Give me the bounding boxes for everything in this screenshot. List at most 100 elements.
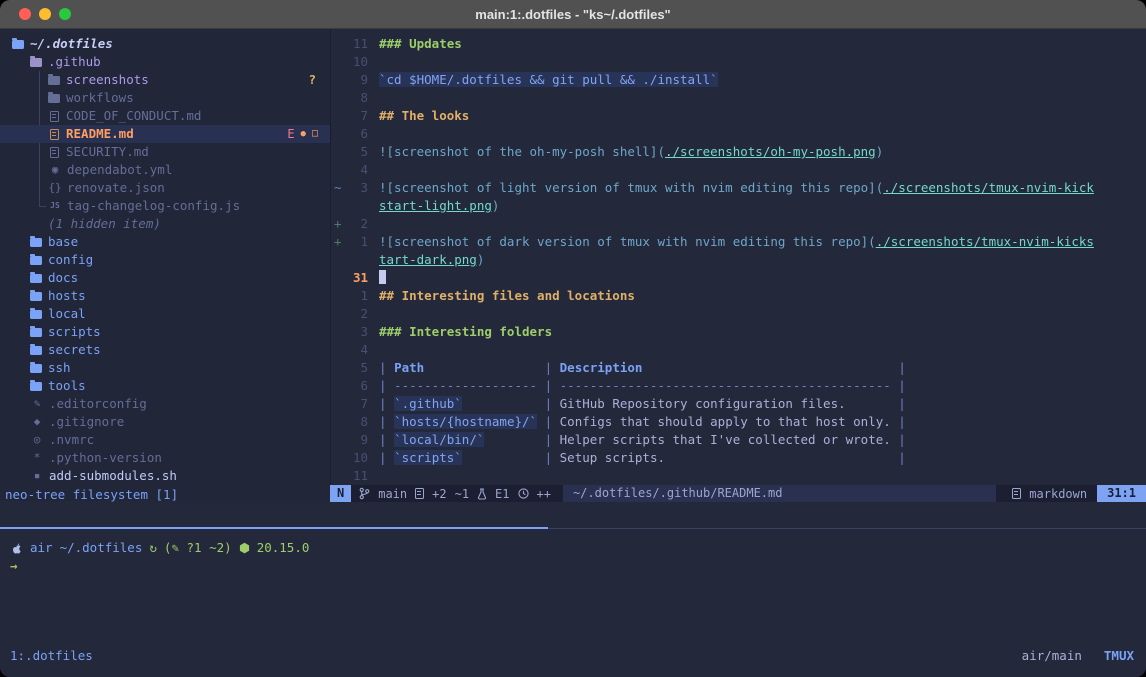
sidebar-item-label: base	[48, 233, 78, 251]
diff-changed: ~1	[455, 485, 469, 503]
table-pipe: |	[537, 360, 560, 375]
table-header-line[interactable]: 5 | Path | Description |	[330, 359, 1146, 377]
editor-line[interactable]: 9 `cd $HOME/.dotfiles && git pull && ./i…	[330, 71, 1146, 89]
sidebar-item-root[interactable]: ~/.dotfiles	[0, 35, 330, 53]
statusline-extra: ++	[537, 485, 551, 503]
sidebar-item-code-of-conduct[interactable]: CODE_OF_CONDUCT.md	[0, 107, 330, 125]
node-icon	[239, 542, 250, 554]
sidebar-item-hosts[interactable]: hosts	[0, 287, 330, 305]
sidebar-item-local[interactable]: local	[0, 305, 330, 323]
sidebar-item-docs[interactable]: docs	[0, 269, 330, 287]
table-separator-line[interactable]: 6 | ------------------- | --------------…	[330, 377, 1146, 395]
table-pad	[665, 450, 891, 465]
sidebar-item-editorconfig[interactable]: ✎ .editorconfig	[0, 395, 330, 413]
link-url[interactable]: ./screenshots/tmux-nvim-kicks	[876, 234, 1094, 249]
folder-icon	[48, 94, 60, 103]
git-change-sign: ~	[330, 179, 344, 197]
table-pad	[846, 396, 891, 411]
sidebar-item-gitignore[interactable]: ◆ .gitignore	[0, 413, 330, 431]
editor-line[interactable]: 1 ## Interesting files and locations	[330, 287, 1146, 305]
folder-icon	[30, 292, 42, 301]
editor-line[interactable]: +2	[330, 215, 1146, 233]
git-modified-count: ~2	[209, 540, 224, 555]
table-pipe: |	[891, 360, 906, 375]
sidebar-item-security[interactable]: SECURITY.md	[0, 143, 330, 161]
editor-line[interactable]: 2	[330, 305, 1146, 323]
tmux-window-item[interactable]: 1:.dotfiles	[10, 647, 93, 665]
editor-cursor-line[interactable]: 31	[330, 269, 1146, 287]
sidebar-item-workflows[interactable]: workflows	[0, 89, 330, 107]
sidebar-item-dependabot[interactable]: ◉ dependabot.yml	[0, 161, 330, 179]
line-number: 7	[344, 107, 368, 125]
sidebar-item-nvmrc[interactable]: ◎ .nvmrc	[0, 431, 330, 449]
git-sign	[330, 197, 344, 215]
link-url[interactable]: ./screenshots/tmux-nvim-kick	[883, 180, 1094, 195]
sidebar-item-screenshots[interactable]: screenshots ?	[0, 71, 330, 89]
link-url[interactable]: ./screenshots/oh-my-posh.png	[665, 144, 876, 159]
table-row-line[interactable]: 8 | `hosts/{hostname}/` | Configs that s…	[330, 413, 1146, 431]
link-url[interactable]: tart-dark.png	[379, 252, 477, 267]
editor-line[interactable]: 7 ## The looks	[330, 107, 1146, 125]
unstaged-flag-icon: □	[312, 125, 318, 143]
close-button[interactable]	[19, 8, 31, 20]
sidebar-item-secrets[interactable]: secrets	[0, 341, 330, 359]
sidebar-item-label: workflows	[66, 89, 134, 107]
link-url[interactable]: start-light.png	[379, 198, 492, 213]
sidebar-item-add-submodules[interactable]: ▪ add-submodules.sh	[0, 467, 330, 485]
sidebar-item-label: .editorconfig	[49, 395, 147, 413]
editor-line-wrap[interactable]: tart-dark.png)	[330, 251, 1146, 269]
git-branch-name: main	[378, 485, 407, 503]
shell-input-line[interactable]: →	[10, 557, 1146, 575]
editor-line[interactable]: 11 ### Updates	[330, 35, 1146, 53]
sidebar-item-ssh[interactable]: ssh	[0, 359, 330, 377]
sidebar-item-label: CODE_OF_CONDUCT.md	[66, 107, 201, 125]
sidebar-item-github[interactable]: .github	[0, 53, 330, 71]
markdown-file-icon	[50, 147, 59, 158]
diff-file-icon	[415, 488, 424, 499]
sidebar-item-tools[interactable]: tools	[0, 377, 330, 395]
sidebar-item-python-version[interactable]: * .python-version	[0, 449, 330, 467]
table-pipe: |	[891, 450, 906, 465]
link-label: ![screenshot of light version of tmux wi…	[379, 180, 883, 195]
editor-line[interactable]: 5 ![screenshot of the oh-my-posh shell](…	[330, 143, 1146, 161]
git-untracked-badge: ?	[308, 71, 316, 89]
table-pipe: |	[379, 432, 394, 447]
sidebar-item-tag-changelog[interactable]: JS tag-changelog-config.js	[0, 197, 330, 215]
editor-line[interactable]: ~3 ![screenshot of light version of tmux…	[330, 179, 1146, 197]
git-sign	[330, 341, 344, 359]
pane-divider-active[interactable]	[0, 527, 548, 529]
editor-line[interactable]: +1 ![screenshot of dark version of tmux …	[330, 233, 1146, 251]
sidebar-item-readme[interactable]: README.md E ● □	[0, 125, 330, 143]
sidebar-item-config[interactable]: config	[0, 251, 330, 269]
git-sign	[330, 269, 344, 287]
line-number: 10	[344, 449, 368, 467]
zoom-button[interactable]	[59, 8, 71, 20]
sidebar-item-base[interactable]: base	[0, 233, 330, 251]
git-sign	[330, 53, 344, 71]
editor-line-wrap[interactable]: start-light.png)	[330, 197, 1146, 215]
table-row-line[interactable]: 7 | `.github` | GitHub Repository config…	[330, 395, 1146, 413]
sidebar-item-renovate[interactable]: {} renovate.json	[0, 179, 330, 197]
editor-line[interactable]: 6	[330, 125, 1146, 143]
editor-line[interactable]: 11	[330, 467, 1146, 485]
editor-line[interactable]: 4	[330, 161, 1146, 179]
pencil-icon: ✎	[30, 395, 44, 413]
editor-line[interactable]: 4	[330, 341, 1146, 359]
table-row-line[interactable]: 9 | `local/bin/` | Helper scripts that I…	[330, 431, 1146, 449]
editor-line[interactable]: 10	[330, 53, 1146, 71]
editor-line[interactable]: 8	[330, 89, 1146, 107]
sidebar-item-scripts[interactable]: scripts	[0, 323, 330, 341]
git-sign	[330, 467, 344, 485]
minimize-button[interactable]	[39, 8, 51, 20]
git-sign	[330, 287, 344, 305]
line-number: 2	[344, 305, 368, 323]
table-pipe: |	[379, 360, 394, 375]
pane-divider-inactive[interactable]	[548, 528, 1146, 529]
table-separator: | ------------------- | ----------------…	[368, 377, 906, 395]
tmux-session-name: air/main	[1022, 647, 1082, 665]
shell-prompt-line[interactable]: air ~/.dotfiles ↻ (✎ ?1 ~2) 20.15.0	[10, 539, 1146, 557]
editor-line[interactable]: 3 ### Interesting folders	[330, 323, 1146, 341]
sidebar-hidden-count[interactable]: (1 hidden item)	[0, 215, 330, 233]
table-row-line[interactable]: 10 | `scripts` | Setup scripts. |	[330, 449, 1146, 467]
sidebar-item-label: secrets	[48, 341, 101, 359]
